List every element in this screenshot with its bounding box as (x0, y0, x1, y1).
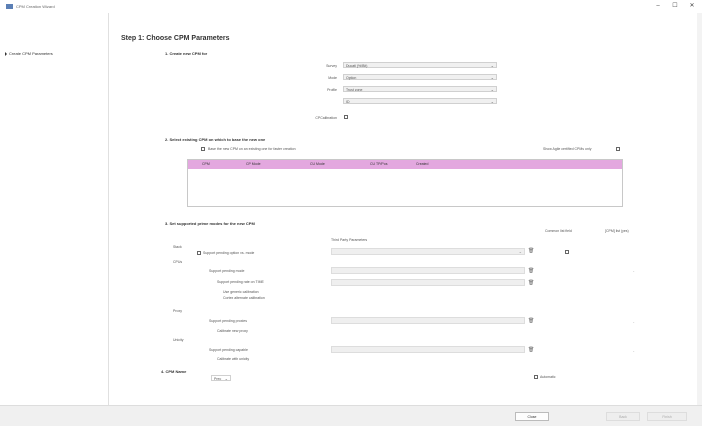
main-panel: Step 1: Choose CPM Parameters 1. Create … (109, 13, 702, 405)
sidebar-item-create-cpm-parameters[interactable]: Create CPM Parameters (5, 51, 53, 56)
mode-value: Option (346, 76, 357, 80)
id-value: ID (346, 100, 350, 104)
group-proxy: Proxy (173, 309, 182, 313)
trash-icon[interactable]: 🗑 (528, 281, 534, 286)
survey-value: Ducati (%/Bit) (346, 64, 368, 68)
step-title: Step 1: Choose CPM Parameters (121, 35, 230, 42)
cpm-name-prefix-value: Prec (214, 377, 222, 381)
chevron-right-icon (5, 51, 7, 56)
cpm-name-prefix[interactable]: Prec ⌄ (211, 375, 231, 381)
grid-header: CPM CP Mode CU Mode CU TP/Pos Created (188, 160, 622, 169)
chevron-down-icon: ⌄ (490, 87, 494, 92)
back-button[interactable]: Back (606, 412, 640, 421)
support-pending-proxies-label: Support pending proxies (209, 319, 247, 323)
minimize-button[interactable]: – (651, 2, 665, 11)
profile-dropdown[interactable]: Trust zone ⌄ (343, 86, 497, 92)
calibration-label: CPCalibration (315, 116, 337, 120)
group-cpus: CPUs (173, 260, 183, 264)
automatic-label: Automatic (540, 375, 556, 379)
cpm-list-header: [CPM] list (yes) (605, 229, 629, 233)
close-wizard-button[interactable]: Close (515, 412, 549, 421)
calibrate-new-proxy-label: Calibrate new proxy (217, 329, 248, 333)
survey-label: Survey (326, 64, 337, 68)
dash-indicator: - (633, 319, 635, 324)
chevron-down-icon: ⌄ (490, 63, 494, 68)
show-agile-checkbox[interactable] (616, 147, 620, 151)
column-header-created[interactable]: Created (416, 162, 428, 166)
common-list-header: Common list field (545, 229, 572, 233)
stack-param-dropdown[interactable]: ⌄ (331, 248, 525, 255)
proxy-field[interactable] (331, 317, 525, 324)
maximize-button[interactable]: ☐ (668, 2, 682, 11)
existing-cpm-grid[interactable]: CPM CP Mode CU Mode CU TP/Pos Created (187, 159, 623, 207)
chevron-down-icon: ⌄ (490, 75, 494, 80)
column-header-cpm[interactable]: CPM (202, 162, 210, 166)
third-party-header: Third Party Parameters (331, 238, 368, 242)
base-existing-checkbox[interactable] (201, 147, 205, 151)
footer-bar: Close Back Finish (0, 405, 702, 426)
sidebar: Create CPM Parameters (0, 13, 109, 405)
support-pending-option-label: Support pending option vs. mode (203, 251, 255, 255)
support-pending-option-checkbox[interactable] (197, 251, 201, 255)
unicity-field[interactable] (331, 346, 525, 353)
calibrate-with-unicity-label: Calibrate with unicity (217, 357, 250, 361)
title-bar: CPM Creation Wizard – ☐ ✕ (0, 0, 702, 14)
chevron-down-icon: ⌄ (224, 376, 228, 381)
trash-icon[interactable]: 🗑 (528, 348, 534, 353)
base-existing-label: Base the new CPM on an existing one for … (208, 147, 296, 151)
vertical-scrollbar[interactable] (697, 13, 702, 405)
group-stack: Stack (173, 245, 182, 249)
cpus-mode-field[interactable] (331, 267, 525, 274)
window-title: CPM Creation Wizard (16, 4, 55, 9)
cortex-calibration-label: Cortex alternate calibration (223, 296, 265, 300)
support-pending-rate-label: Support pending rate on TIME (217, 280, 264, 284)
sidebar-item-label: Create CPM Parameters (9, 51, 53, 56)
id-dropdown[interactable]: ID ⌄ (343, 98, 497, 104)
calibration-checkbox[interactable] (344, 115, 348, 119)
profile-label: Profile (327, 88, 337, 92)
mode-dropdown[interactable]: Option ⌄ (343, 74, 497, 80)
section-3-title: 3. Set supported prime modes for the new… (165, 221, 255, 226)
finish-button[interactable]: Finish (647, 412, 687, 421)
profile-value: Trust zone (346, 88, 363, 92)
use-generic-calibration-label: Use generic calibration (223, 290, 259, 294)
show-agile-label: Show Agile certified CPMs only (543, 147, 592, 151)
mode-label: Mode (328, 76, 337, 80)
chevron-down-icon: ⌄ (490, 99, 494, 104)
section-4-title: 4. CPM Name (161, 369, 187, 374)
cpus-rate-field[interactable] (331, 279, 525, 286)
section-2-title: 2. Select existing CPM on which to base … (165, 137, 266, 142)
support-pending-mode-label: Support pending mode (209, 269, 245, 273)
trash-icon[interactable]: 🗑 (528, 269, 534, 274)
automatic-checkbox[interactable] (534, 375, 538, 379)
close-button[interactable]: ✕ (685, 2, 699, 11)
column-header-cu-mode[interactable]: CU Mode (310, 162, 325, 166)
common-list-checkbox[interactable] (565, 250, 569, 254)
dash-indicator: - (633, 348, 635, 353)
survey-dropdown[interactable]: Ducati (%/Bit) ⌄ (343, 62, 497, 68)
trash-icon[interactable]: 🗑 (528, 319, 534, 324)
section-1-title: 1. Create new CPM for (165, 51, 208, 56)
column-header-cu-tp[interactable]: CU TP/Pos (370, 162, 387, 166)
support-pending-capable-label: Support pending capable (209, 348, 248, 352)
app-icon (6, 4, 13, 9)
dash-indicator: - (633, 268, 635, 273)
trash-icon[interactable]: 🗑 (528, 249, 534, 254)
column-header-cp-mode[interactable]: CP Mode (246, 162, 261, 166)
chevron-down-icon: ⌄ (518, 249, 522, 254)
group-unicity: Unicity (173, 338, 184, 342)
